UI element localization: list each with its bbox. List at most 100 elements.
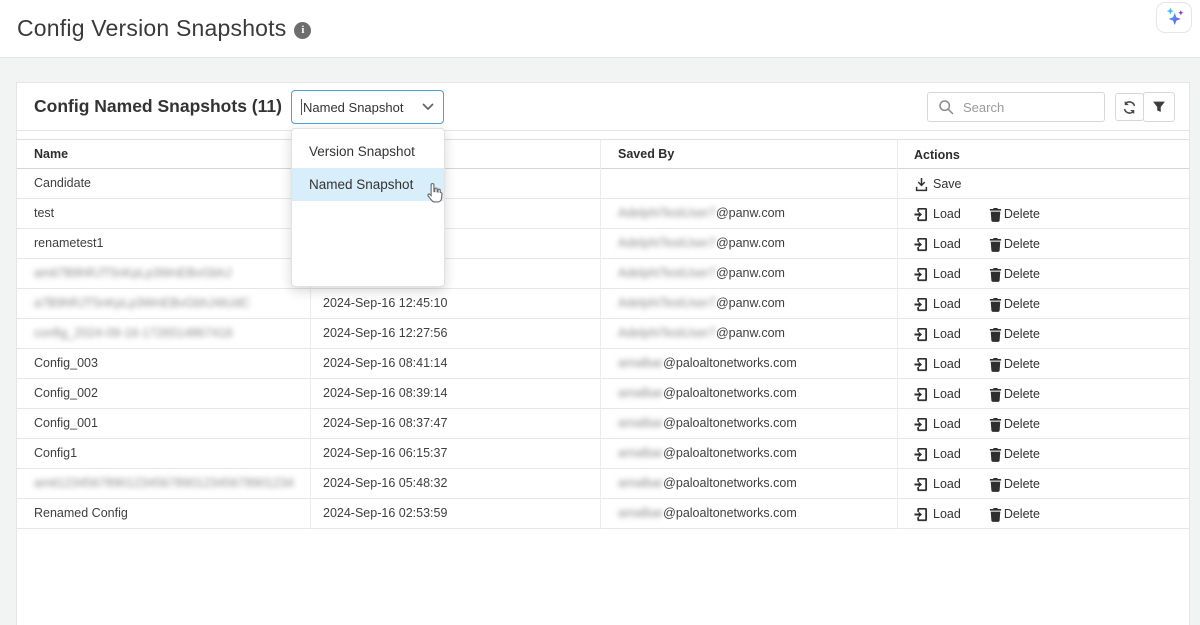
- saved-by-domain: @panw.com: [716, 326, 785, 340]
- delete-button[interactable]: Delete: [988, 230, 1040, 259]
- load-button[interactable]: Load: [914, 290, 961, 319]
- table-row[interactable]: Config_002 2024-Sep-16 08:39:14 amalbar@…: [17, 379, 1189, 409]
- load-icon: [914, 477, 929, 492]
- cell-actions: Load Delete: [898, 409, 1189, 439]
- cell-actions: Load Delete: [898, 349, 1189, 379]
- page-header: Config Version Snapshotsi: [0, 0, 1200, 58]
- delete-button[interactable]: Delete: [988, 380, 1040, 409]
- table-row[interactable]: a7B9hRJT5nKpLp3WnEBvGbhJ4tUdC 2024-Sep-1…: [17, 289, 1189, 319]
- delete-icon: [988, 477, 1003, 492]
- cell-saved-by: amalbar@paloaltonetworks.com: [601, 379, 898, 409]
- load-button[interactable]: Load: [914, 470, 961, 499]
- snapshots-card: Config Named Snapshots (11) Named Snapsh…: [16, 82, 1190, 625]
- cell-date: 2024-Sep-16 08:39:14: [311, 379, 601, 409]
- dropdown-option-version-snapshot[interactable]: Version Snapshot: [292, 135, 444, 168]
- delete-button[interactable]: Delete: [988, 260, 1040, 289]
- dropdown-option-named-snapshot[interactable]: Named Snapshot: [292, 168, 444, 201]
- snapshot-type-select[interactable]: Named Snapshot: [291, 90, 444, 124]
- page-title: Config Version Snapshotsi: [17, 15, 311, 42]
- delete-button[interactable]: Delete: [988, 320, 1040, 349]
- cell-date-text: 2024-Sep-16 12:27:56: [323, 326, 447, 340]
- cell-saved-by: amalbar@paloaltonetworks.com: [601, 409, 898, 439]
- delete-button[interactable]: Delete: [988, 350, 1040, 379]
- load-icon: [914, 357, 929, 372]
- delete-button[interactable]: Delete: [988, 470, 1040, 499]
- cell-date: 2024-Sep-16 05:48:32: [311, 469, 601, 499]
- ai-copilot-button[interactable]: [1156, 2, 1192, 33]
- table-body: Candidate Save test AdelphiTestUser7@pan…: [17, 169, 1189, 529]
- table-row[interactable]: amit1234567890123456789012345678901234 2…: [17, 469, 1189, 499]
- load-button[interactable]: Load: [914, 500, 961, 529]
- search-input[interactable]: Search: [927, 92, 1105, 122]
- cell-name: renametest1: [17, 229, 311, 259]
- load-label: Load: [933, 380, 961, 409]
- load-label: Load: [933, 410, 961, 439]
- cell-name-text: Config1: [34, 446, 77, 460]
- filter-button[interactable]: [1143, 92, 1175, 122]
- table-row[interactable]: Candidate Save: [17, 169, 1189, 199]
- cell-actions: Load Delete: [898, 469, 1189, 499]
- load-button[interactable]: Load: [914, 380, 961, 409]
- ai-sparkles-icon: [1163, 6, 1186, 29]
- cell-actions: Load Delete: [898, 499, 1189, 529]
- load-button[interactable]: Load: [914, 410, 961, 439]
- info-icon[interactable]: i: [294, 22, 311, 39]
- load-button[interactable]: Load: [914, 260, 961, 289]
- mouse-cursor: [425, 182, 446, 210]
- table-row[interactable]: Renamed Config 2024-Sep-16 02:53:59 amal…: [17, 499, 1189, 529]
- cell-name-text: test: [34, 206, 54, 220]
- load-button[interactable]: Load: [914, 350, 961, 379]
- save-button[interactable]: Save: [914, 170, 962, 199]
- refresh-button[interactable]: [1115, 93, 1144, 121]
- snapshot-type-dropdown-menu: Version Snapshot Named Snapshot: [291, 128, 445, 287]
- load-button[interactable]: Load: [914, 230, 961, 259]
- load-label: Load: [933, 290, 961, 319]
- table-row[interactable]: config_2024-09-16-1726514867416 2024-Sep…: [17, 319, 1189, 349]
- col-header-saved-by[interactable]: Saved By: [601, 140, 898, 170]
- cell-date: 2024-Sep-16 08:37:47: [311, 409, 601, 439]
- table-row[interactable]: renametest1 AdelphiTestUser7@panw.com Lo…: [17, 229, 1189, 259]
- delete-button[interactable]: Delete: [988, 410, 1040, 439]
- load-label: Load: [933, 470, 961, 499]
- cell-actions: Load Delete: [898, 199, 1189, 229]
- cell-date-text: 2024-Sep-16 02:53:59: [323, 506, 447, 520]
- load-button[interactable]: Load: [914, 440, 961, 469]
- cell-name: config_2024-09-16-1726514867416: [17, 319, 311, 349]
- cell-name-text: amit1234567890123456789012345678901234: [34, 476, 294, 490]
- delete-icon: [988, 267, 1003, 282]
- cell-name-text: Config_002: [34, 386, 98, 400]
- delete-button[interactable]: Delete: [988, 290, 1040, 319]
- cell-name: Config_003: [17, 349, 311, 379]
- table-row[interactable]: Config1 2024-Sep-16 06:15:37 amalbar@pal…: [17, 439, 1189, 469]
- table-row[interactable]: Config_003 2024-Sep-16 08:41:14 amalbar@…: [17, 349, 1189, 379]
- cell-actions: Load Delete: [898, 379, 1189, 409]
- load-label: Load: [933, 260, 961, 289]
- cell-date: 2024-Sep-16 12:27:56: [311, 319, 601, 349]
- delete-icon: [988, 417, 1003, 432]
- cell-date: 2024-Sep-16 08:41:14: [311, 349, 601, 379]
- load-button[interactable]: Load: [914, 200, 961, 229]
- saved-by-user: amalbar: [618, 476, 663, 490]
- table-row[interactable]: amit7B9hRJT5nKpLp3WnEBvGbhJ AdelphiTestU…: [17, 259, 1189, 289]
- delete-button[interactable]: Delete: [988, 500, 1040, 529]
- cell-actions: Load Delete: [898, 439, 1189, 469]
- cell-name: Renamed Config: [17, 499, 311, 529]
- load-button[interactable]: Load: [914, 320, 961, 349]
- col-header-actions: Actions: [898, 140, 1189, 170]
- col-header-name[interactable]: Name: [17, 140, 311, 170]
- table-row[interactable]: Config_001 2024-Sep-16 08:37:47 amalbar@…: [17, 409, 1189, 439]
- delete-button[interactable]: Delete: [988, 200, 1040, 229]
- table-row[interactable]: test AdelphiTestUser7@panw.com Load Dele…: [17, 199, 1189, 229]
- cell-name-text: amit7B9hRJT5nKpLp3WnEBvGbhJ: [34, 266, 231, 280]
- saved-by-domain: @paloaltonetworks.com: [663, 356, 797, 370]
- table-header-row: Name Saved By Actions: [17, 139, 1189, 169]
- delete-label: Delete: [1004, 380, 1040, 409]
- cell-name: test: [17, 199, 311, 229]
- delete-button[interactable]: Delete: [988, 440, 1040, 469]
- load-icon: [914, 507, 929, 522]
- cell-actions: Load Delete: [898, 289, 1189, 319]
- load-label: Load: [933, 200, 961, 229]
- cell-saved-by: AdelphiTestUser7@panw.com: [601, 319, 898, 349]
- delete-label: Delete: [1004, 350, 1040, 379]
- save-icon: [914, 177, 929, 192]
